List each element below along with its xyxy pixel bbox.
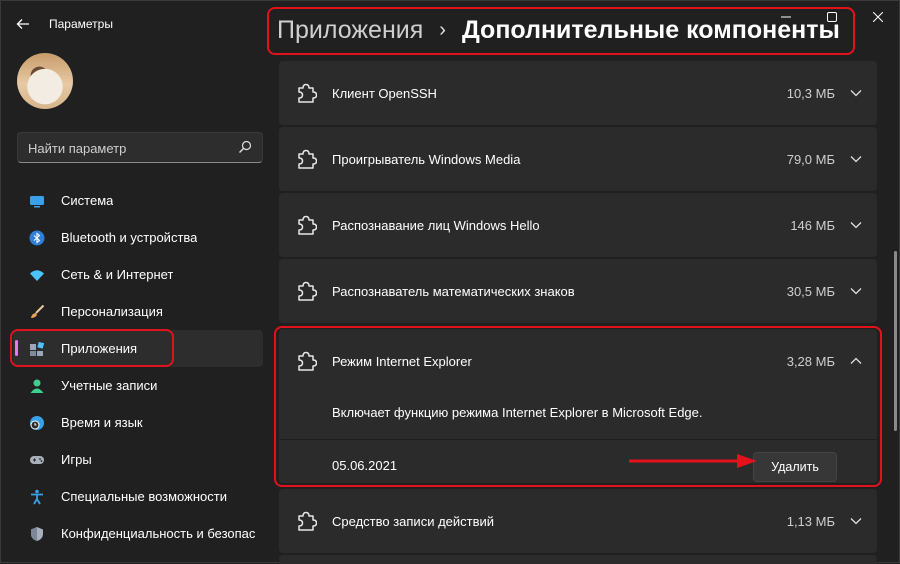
close-icon (873, 12, 883, 22)
puzzle-icon (298, 511, 317, 531)
annotation-highlight-apps (10, 329, 174, 367)
sidebar-item-gaming[interactable]: Игры (13, 441, 263, 478)
puzzle-icon (298, 149, 317, 169)
globe-clock-icon (30, 415, 44, 430)
shield-icon (31, 526, 43, 541)
feature-size: 146 МБ (790, 217, 835, 233)
sidebar-item-time-language[interactable]: Время и язык (13, 404, 263, 441)
feature-row[interactable]: Клиент OpenSSH 10,3 МБ (279, 61, 877, 125)
sidebar-item-label: Система (61, 193, 114, 208)
wifi-icon (30, 269, 44, 281)
optional-features-list: Клиент OpenSSH 10,3 МБ Проигрыватель Win… (279, 61, 877, 564)
feature-row[interactable]: Распознаватель математических знаков 30,… (279, 259, 877, 323)
app-title: Параметры (49, 17, 113, 31)
puzzle-icon (298, 215, 317, 235)
feature-name: Средство записи действий (332, 513, 495, 529)
feature-name: Распознаватель математических знаков (332, 283, 575, 299)
sidebar-item-system[interactable]: Система (13, 182, 263, 219)
feature-card-media-player: Проигрыватель Windows Media 79,0 МБ (279, 127, 877, 191)
feature-size: 30,5 МБ (786, 283, 835, 299)
back-button[interactable] (11, 13, 35, 35)
sidebar-item-label: Bluetooth и устройства (61, 230, 198, 245)
scrollbar[interactable] (894, 251, 897, 431)
feature-size: 1,13 МБ (786, 513, 835, 529)
sidebar-nav: Система Bluetooth и устройства Сеть & и … (13, 182, 263, 552)
search-box (17, 132, 263, 164)
system-icon (30, 195, 44, 207)
sidebar-item-label: Сеть & и Интернет (61, 267, 174, 282)
bluetooth-icon (29, 230, 45, 245)
annotation-highlight-header (267, 7, 855, 55)
feature-card-openssh: Клиент OpenSSH 10,3 МБ (279, 61, 877, 125)
sidebar-item-label: Время и язык (61, 415, 143, 430)
chevron-down-icon[interactable] (849, 284, 863, 298)
annotation-highlight-ie-mode (274, 326, 882, 487)
feature-card-steps-recorder: Средство записи действий 1,13 МБ (279, 489, 877, 553)
chevron-down-icon[interactable] (849, 514, 863, 528)
sidebar-item-label: Игры (61, 452, 92, 467)
feature-name: Клиент OpenSSH (332, 85, 437, 101)
back-arrow-icon (16, 19, 29, 29)
sidebar-item-accessibility[interactable]: Специальные возможности (13, 478, 263, 515)
sidebar-item-bluetooth[interactable]: Bluetooth и устройства (13, 219, 263, 256)
sidebar-item-label: Специальные возможности (61, 489, 227, 504)
account-icon (30, 379, 44, 393)
feature-name: Распознавание лиц Windows Hello (332, 217, 540, 233)
puzzle-icon (298, 83, 317, 103)
feature-card-math-recognizer: Распознаватель математических знаков 30,… (279, 259, 877, 323)
chevron-down-icon[interactable] (849, 86, 863, 100)
feature-row[interactable]: Проигрыватель Windows Media 79,0 МБ (279, 127, 877, 191)
brush-icon (31, 304, 45, 318)
sidebar-item-label: Конфиденциальность и безопас (61, 526, 256, 541)
chevron-down-icon[interactable] (849, 218, 863, 232)
feature-row[interactable]: Средство записи действий 1,13 МБ (279, 489, 877, 553)
sidebar-item-accounts[interactable]: Учетные записи (13, 367, 263, 404)
search-input[interactable] (18, 133, 240, 164)
accessibility-icon (31, 489, 43, 504)
feature-size: 79,0 МБ (786, 151, 835, 167)
chevron-down-icon[interactable] (849, 152, 863, 166)
sidebar-item-label: Персонализация (61, 304, 163, 319)
close-button[interactable] (855, 1, 900, 33)
gamepad-icon (30, 455, 44, 464)
feature-card-windows-hello: Распознавание лиц Windows Hello 146 МБ (279, 193, 877, 257)
settings-window: Параметры Система Bluetooth и (0, 0, 900, 564)
sidebar-item-personalization[interactable]: Персонализация (13, 293, 263, 330)
sidebar-item-privacy[interactable]: Конфиденциальность и безопас (13, 515, 263, 552)
feature-row[interactable]: Распознавание лиц Windows Hello 146 МБ (279, 193, 877, 257)
feature-name: Проигрыватель Windows Media (332, 151, 521, 167)
sidebar-item-label: Учетные записи (61, 378, 158, 393)
annotation-arrow-icon (629, 454, 757, 468)
user-avatar[interactable] (17, 53, 73, 109)
feature-size: 10,3 МБ (786, 85, 835, 101)
sidebar-item-network[interactable]: Сеть & и Интернет (13, 256, 263, 293)
search-icon[interactable] (238, 140, 252, 154)
puzzle-icon (298, 281, 317, 301)
